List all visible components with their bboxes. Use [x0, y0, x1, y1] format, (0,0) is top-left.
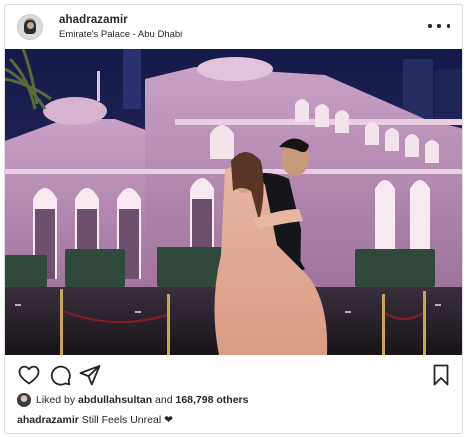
comment-icon[interactable]	[48, 363, 72, 387]
palace-left-dome	[43, 97, 107, 125]
heart-icon[interactable]	[17, 363, 41, 387]
likes-summary: Liked by abdullahsultan and 168,798 othe…	[17, 392, 248, 408]
liker-username[interactable]: abdullahsultan	[78, 394, 152, 406]
bookmark-icon[interactable]	[429, 363, 453, 387]
post-username[interactable]: ahadrazamir	[59, 14, 128, 26]
heart-icon-graphic	[18, 365, 40, 385]
more-horizontal-icon[interactable]	[428, 19, 450, 33]
comment-icon-graphic	[50, 365, 71, 386]
post-photo[interactable]	[5, 49, 462, 355]
share-icon-graphic	[79, 365, 101, 386]
palace-left-spire	[97, 71, 100, 101]
profile-avatar[interactable]	[17, 14, 43, 40]
bookmark-icon-graphic	[433, 364, 449, 386]
post-caption: ahadrazamir Still Feels Unreal ❤	[17, 414, 173, 426]
action-bar	[5, 363, 462, 391]
avatar-face	[27, 22, 34, 29]
more-dot	[437, 24, 441, 28]
heart-emoji-icon: ❤	[164, 414, 173, 426]
caption-username[interactable]: ahadrazamir	[17, 414, 79, 426]
share-paper-plane-icon[interactable]	[78, 363, 102, 387]
likes-prefix: Liked by	[36, 394, 76, 406]
caption-text: Still Feels Unreal	[81, 414, 162, 426]
post-header: ahadrazamir Emirate's Palace - Abu Dhabi	[5, 5, 462, 49]
palace-main-dome	[197, 57, 273, 81]
photo-illustration	[5, 49, 462, 355]
likes-conjunction: and	[155, 394, 173, 406]
post-card: ahadrazamir Emirate's Palace - Abu Dhabi	[4, 4, 463, 434]
liker-avatar[interactable]	[17, 393, 31, 407]
background-tower	[123, 49, 141, 109]
more-dot	[428, 24, 432, 28]
post-location[interactable]: Emirate's Palace - Abu Dhabi	[59, 29, 182, 40]
likes-others-link[interactable]: 168,798 others	[176, 394, 249, 406]
more-dot	[446, 24, 450, 28]
